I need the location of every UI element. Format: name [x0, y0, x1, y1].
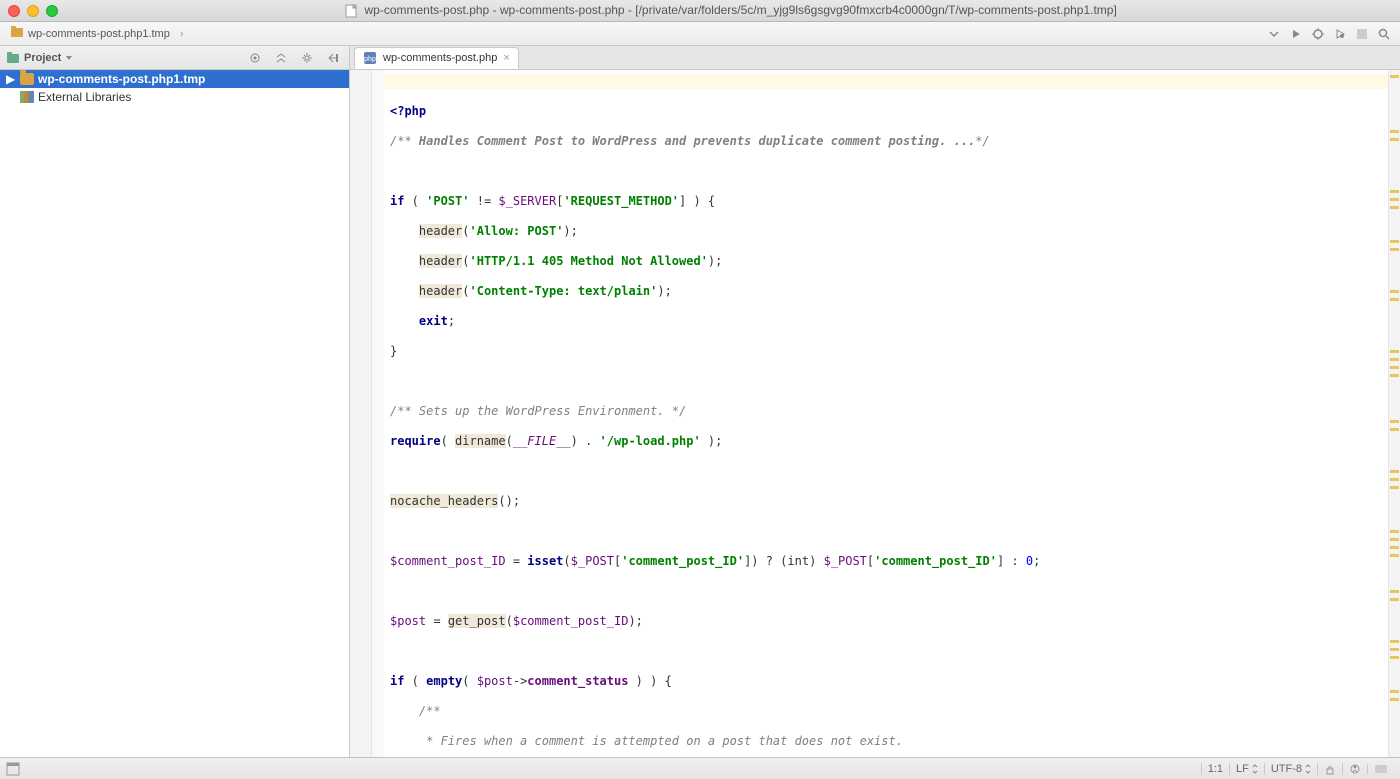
stop-button[interactable] — [1352, 24, 1372, 44]
inspection-profile-icon[interactable] — [1342, 763, 1367, 775]
close-tab-icon[interactable]: × — [503, 52, 509, 64]
project-tool-window: Project ▶ wp-comments-post.php1.tmp Exte… — [0, 46, 350, 757]
expand-arrow-icon[interactable]: ▶ — [6, 72, 16, 86]
titlebar: wp-comments-post.php - wp-comments-post.… — [0, 0, 1400, 22]
tree-item-label: wp-comments-post.php1.tmp — [38, 72, 205, 86]
project-tree[interactable]: ▶ wp-comments-post.php1.tmp External Lib… — [0, 70, 349, 757]
window-title-text: wp-comments-post.php - wp-comments-post.… — [365, 3, 1117, 17]
editor-tab[interactable]: php wp-comments-post.php × — [354, 47, 519, 69]
read-only-toggle-icon[interactable] — [1317, 763, 1342, 775]
library-icon — [20, 91, 34, 103]
tree-item-label: External Libraries — [38, 90, 131, 104]
code-editor[interactable]: <?php /** Handles Comment Post to WordPr… — [384, 70, 1388, 757]
folder-icon — [10, 25, 24, 42]
settings-icon[interactable] — [297, 48, 317, 68]
editor-gutter[interactable] — [350, 70, 372, 757]
caret-position[interactable]: 1:1 — [1201, 763, 1229, 775]
traffic-lights — [8, 5, 58, 17]
project-view-icon[interactable] — [6, 51, 20, 65]
coverage-button[interactable] — [1330, 24, 1350, 44]
run-dropdown-button[interactable] — [1264, 24, 1284, 44]
fold-column[interactable] — [372, 70, 384, 757]
navigation-bar: wp-comments-post.php1.tmp — [0, 22, 1400, 46]
tab-label: wp-comments-post.php — [383, 52, 497, 64]
zoom-window-icon[interactable] — [46, 5, 58, 17]
debug-button[interactable] — [1308, 24, 1328, 44]
memory-indicator-icon[interactable] — [1367, 764, 1394, 774]
tree-item-external-libraries[interactable]: External Libraries — [0, 88, 349, 106]
minimize-window-icon[interactable] — [27, 5, 39, 17]
close-window-icon[interactable] — [8, 5, 20, 17]
collapse-all-icon[interactable] — [271, 48, 291, 68]
project-header-label: Project — [24, 52, 61, 64]
breadcrumb-item[interactable]: wp-comments-post.php1.tmp — [6, 23, 192, 44]
editor-area: php wp-comments-post.php × <?php /** Han… — [350, 46, 1400, 757]
tree-item-project-root[interactable]: ▶ wp-comments-post.php1.tmp — [0, 70, 349, 88]
run-button[interactable] — [1286, 24, 1306, 44]
svg-text:php: php — [364, 56, 376, 63]
scroll-from-source-icon[interactable] — [245, 48, 265, 68]
project-header: Project — [0, 46, 349, 70]
error-stripe[interactable] — [1388, 70, 1400, 757]
php-file-icon: php — [363, 51, 377, 65]
dropdown-icon[interactable] — [65, 54, 73, 62]
breadcrumb-label: wp-comments-post.php1.tmp — [28, 28, 170, 40]
hide-tool-window-icon[interactable] — [323, 48, 343, 68]
file-encoding[interactable]: UTF-8 — [1264, 763, 1317, 775]
editor-tabs: php wp-comments-post.php × — [350, 46, 1400, 70]
tool-window-toggle-icon[interactable] — [6, 762, 20, 776]
search-everywhere-button[interactable] — [1374, 24, 1394, 44]
window-title: wp-comments-post.php - wp-comments-post.… — [70, 3, 1392, 18]
status-bar: 1:1 LF UTF-8 — [0, 757, 1400, 779]
file-icon — [345, 4, 357, 18]
line-separator[interactable]: LF — [1229, 763, 1264, 775]
folder-icon — [20, 73, 34, 85]
